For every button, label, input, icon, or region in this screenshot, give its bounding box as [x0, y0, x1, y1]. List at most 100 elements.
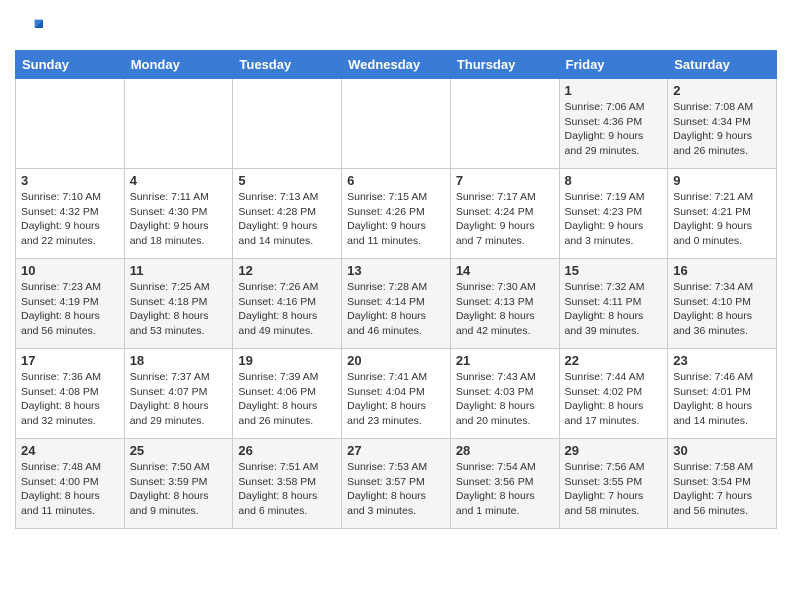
day-number: 26	[238, 443, 336, 458]
calendar-week-1: 1 Sunrise: 7:06 AM Sunset: 4:36 PM Daylig…	[16, 79, 777, 169]
day-info: Sunrise: 7:51 AM Sunset: 3:58 PM Dayligh…	[238, 460, 336, 519]
calendar-table: SundayMondayTuesdayWednesdayThursdayFrid…	[15, 50, 777, 529]
day-number: 2	[673, 83, 771, 98]
day-number: 17	[21, 353, 119, 368]
calendar-cell: 9 Sunrise: 7:21 AM Sunset: 4:21 PM Daylig…	[668, 169, 777, 259]
calendar-cell: 12 Sunrise: 7:26 AM Sunset: 4:16 PM Dayli…	[233, 259, 342, 349]
logo-icon	[15, 14, 43, 42]
day-number: 11	[130, 263, 228, 278]
calendar-cell: 27Sunrise: 7:53 AM Sunset: 3:57 PM Dayli…	[342, 439, 451, 529]
day-info: Sunrise: 7:36 AM Sunset: 4:08 PM Dayligh…	[21, 370, 119, 429]
day-number: 5	[238, 173, 336, 188]
day-info: Sunrise: 7:19 AM Sunset: 4:23 PM Dayligh…	[565, 190, 663, 249]
day-number: 10	[21, 263, 119, 278]
day-info: Sunrise: 7:30 AM Sunset: 4:13 PM Dayligh…	[456, 280, 554, 339]
day-header-sunday: Sunday	[16, 51, 125, 79]
calendar-cell	[233, 79, 342, 169]
day-number: 6	[347, 173, 445, 188]
calendar-cell: 5 Sunrise: 7:13 AM Sunset: 4:28 PM Daylig…	[233, 169, 342, 259]
calendar-week-5: 24 Sunrise: 7:48 AM Sunset: 4:00 PM Dayli…	[16, 439, 777, 529]
day-info: Sunrise: 7:13 AM Sunset: 4:28 PM Dayligh…	[238, 190, 336, 249]
day-info: Sunrise: 7:34 AM Sunset: 4:10 PM Dayligh…	[673, 280, 771, 339]
calendar-cell: 25 Sunrise: 7:50 AM Sunset: 3:59 PM Dayli…	[124, 439, 233, 529]
calendar-cell: 10 Sunrise: 7:23 AM Sunset: 4:19 PM Dayli…	[16, 259, 125, 349]
calendar-cell: 1 Sunrise: 7:06 AM Sunset: 4:36 PM Daylig…	[559, 79, 668, 169]
header	[15, 10, 777, 42]
day-number: 1	[565, 83, 663, 98]
calendar-cell: 20 Sunrise: 7:41 AM Sunset: 4:04 PM Dayli…	[342, 349, 451, 439]
calendar-cell: 24 Sunrise: 7:48 AM Sunset: 4:00 PM Dayli…	[16, 439, 125, 529]
calendar-cell: 3 Sunrise: 7:10 AM Sunset: 4:32 PM Daylig…	[16, 169, 125, 259]
day-info: Sunrise: 7:26 AM Sunset: 4:16 PM Dayligh…	[238, 280, 336, 339]
day-info: Sunrise: 7:50 AM Sunset: 3:59 PM Dayligh…	[130, 460, 228, 519]
day-info: Sunrise: 7:53 AM Sunset: 3:57 PM Dayligh…	[347, 460, 445, 519]
calendar-week-2: 3 Sunrise: 7:10 AM Sunset: 4:32 PM Daylig…	[16, 169, 777, 259]
day-info: Sunrise: 7:43 AM Sunset: 4:03 PM Dayligh…	[456, 370, 554, 429]
day-info: Sunrise: 7:10 AM Sunset: 4:32 PM Dayligh…	[21, 190, 119, 249]
day-info: Sunrise: 7:11 AM Sunset: 4:30 PM Dayligh…	[130, 190, 228, 249]
calendar-cell: 6 Sunrise: 7:15 AM Sunset: 4:26 PM Daylig…	[342, 169, 451, 259]
day-header-monday: Monday	[124, 51, 233, 79]
day-header-tuesday: Tuesday	[233, 51, 342, 79]
calendar-cell: 19 Sunrise: 7:39 AM Sunset: 4:06 PM Dayli…	[233, 349, 342, 439]
calendar-cell: 18Sunrise: 7:37 AM Sunset: 4:07 PM Dayli…	[124, 349, 233, 439]
day-header-saturday: Saturday	[668, 51, 777, 79]
day-info: Sunrise: 7:32 AM Sunset: 4:11 PM Dayligh…	[565, 280, 663, 339]
calendar-cell: 26 Sunrise: 7:51 AM Sunset: 3:58 PM Dayli…	[233, 439, 342, 529]
calendar-cell: 2 Sunrise: 7:08 AM Sunset: 4:34 PM Daylig…	[668, 79, 777, 169]
day-info: Sunrise: 7:41 AM Sunset: 4:04 PM Dayligh…	[347, 370, 445, 429]
day-info: Sunrise: 7:25 AM Sunset: 4:18 PM Dayligh…	[130, 280, 228, 339]
calendar-cell: 13 Sunrise: 7:28 AM Sunset: 4:14 PM Dayli…	[342, 259, 451, 349]
day-number: 16	[673, 263, 771, 278]
calendar-cell: 8 Sunrise: 7:19 AM Sunset: 4:23 PM Daylig…	[559, 169, 668, 259]
calendar-cell	[342, 79, 451, 169]
calendar-week-3: 10 Sunrise: 7:23 AM Sunset: 4:19 PM Dayli…	[16, 259, 777, 349]
day-number: 8	[565, 173, 663, 188]
calendar-cell: 30 Sunrise: 7:58 AM Sunset: 3:54 PM Dayli…	[668, 439, 777, 529]
day-info: Sunrise: 7:44 AM Sunset: 4:02 PM Dayligh…	[565, 370, 663, 429]
calendar-cell: 11 Sunrise: 7:25 AM Sunset: 4:18 PM Dayli…	[124, 259, 233, 349]
day-number: 9	[673, 173, 771, 188]
day-info: Sunrise: 7:15 AM Sunset: 4:26 PM Dayligh…	[347, 190, 445, 249]
day-number: 7	[456, 173, 554, 188]
calendar-body: 1 Sunrise: 7:06 AM Sunset: 4:36 PM Daylig…	[16, 79, 777, 529]
day-number: 15	[565, 263, 663, 278]
day-info: Sunrise: 7:56 AM Sunset: 3:55 PM Dayligh…	[565, 460, 663, 519]
day-number: 12	[238, 263, 336, 278]
day-number: 29	[565, 443, 663, 458]
day-info: Sunrise: 7:21 AM Sunset: 4:21 PM Dayligh…	[673, 190, 771, 249]
day-header-wednesday: Wednesday	[342, 51, 451, 79]
day-info: Sunrise: 7:28 AM Sunset: 4:14 PM Dayligh…	[347, 280, 445, 339]
day-number: 21	[456, 353, 554, 368]
day-header-friday: Friday	[559, 51, 668, 79]
day-number: 24	[21, 443, 119, 458]
calendar-cell: 17 Sunrise: 7:36 AM Sunset: 4:08 PM Dayli…	[16, 349, 125, 439]
day-info: Sunrise: 7:46 AM Sunset: 4:01 PM Dayligh…	[673, 370, 771, 429]
calendar-cell	[124, 79, 233, 169]
day-number: 19	[238, 353, 336, 368]
day-info: Sunrise: 7:48 AM Sunset: 4:00 PM Dayligh…	[21, 460, 119, 519]
day-number: 13	[347, 263, 445, 278]
day-number: 3	[21, 173, 119, 188]
day-info: Sunrise: 7:37 AM Sunset: 4:07 PM Dayligh…	[130, 370, 228, 429]
calendar-cell: 14Sunrise: 7:30 AM Sunset: 4:13 PM Dayli…	[450, 259, 559, 349]
day-number: 20	[347, 353, 445, 368]
day-number: 30	[673, 443, 771, 458]
calendar-cell: 15 Sunrise: 7:32 AM Sunset: 4:11 PM Dayli…	[559, 259, 668, 349]
day-info: Sunrise: 7:54 AM Sunset: 3:56 PM Dayligh…	[456, 460, 554, 519]
day-info: Sunrise: 7:58 AM Sunset: 3:54 PM Dayligh…	[673, 460, 771, 519]
calendar-cell	[450, 79, 559, 169]
calendar-cell	[16, 79, 125, 169]
calendar-cell: 28Sunrise: 7:54 AM Sunset: 3:56 PM Dayli…	[450, 439, 559, 529]
calendar-cell: 21 Sunrise: 7:43 AM Sunset: 4:03 PM Dayli…	[450, 349, 559, 439]
day-info: Sunrise: 7:06 AM Sunset: 4:36 PM Dayligh…	[565, 100, 663, 159]
day-header-thursday: Thursday	[450, 51, 559, 79]
day-number: 4	[130, 173, 228, 188]
calendar-cell: 7Sunrise: 7:17 AM Sunset: 4:24 PM Daylig…	[450, 169, 559, 259]
calendar-cell: 16 Sunrise: 7:34 AM Sunset: 4:10 PM Dayli…	[668, 259, 777, 349]
day-number: 25	[130, 443, 228, 458]
day-info: Sunrise: 7:23 AM Sunset: 4:19 PM Dayligh…	[21, 280, 119, 339]
day-info: Sunrise: 7:39 AM Sunset: 4:06 PM Dayligh…	[238, 370, 336, 429]
day-info: Sunrise: 7:08 AM Sunset: 4:34 PM Dayligh…	[673, 100, 771, 159]
calendar-cell: 23Sunrise: 7:46 AM Sunset: 4:01 PM Dayli…	[668, 349, 777, 439]
